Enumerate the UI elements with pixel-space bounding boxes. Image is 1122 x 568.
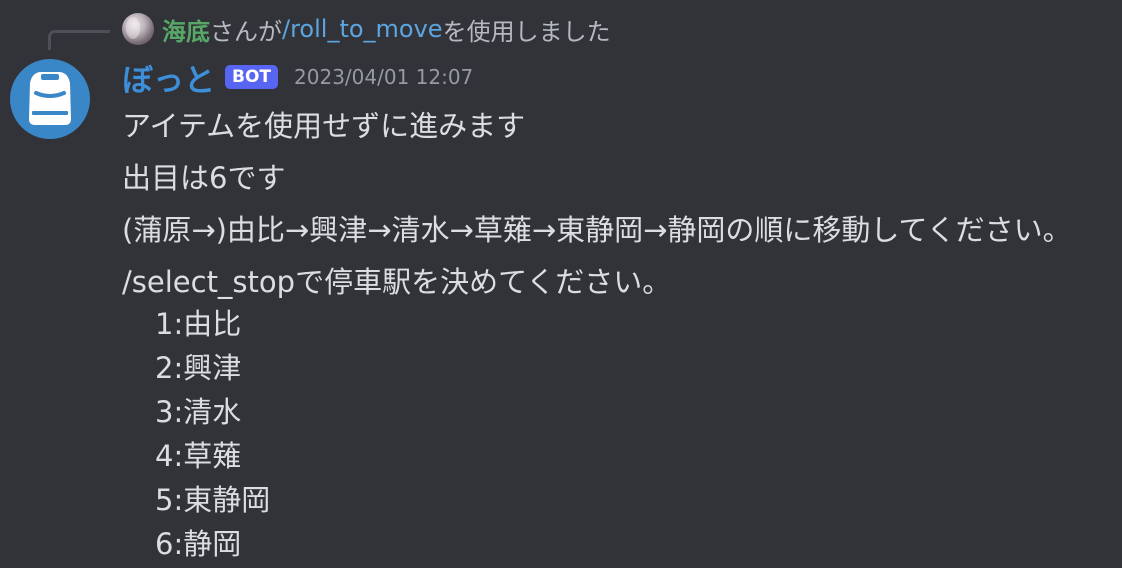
message-line: /select_stopで停車駅を決めてください。 <box>122 265 672 299</box>
reply-command[interactable]: /roll_to_move <box>282 15 443 43</box>
message-line: アイテムを使用せずに進みます <box>122 109 526 143</box>
stop-item: 1:由比 <box>155 307 242 341</box>
stop-item: 4:草薙 <box>155 439 242 473</box>
reply-spine <box>48 30 110 50</box>
reply-username[interactable]: 海底 <box>162 12 210 47</box>
bot-tag: BOT <box>225 64 279 90</box>
bot-avatar-icon[interactable] <box>10 59 90 139</box>
reply-avatar-icon[interactable] <box>122 13 154 45</box>
reply-text-end: を使用しました <box>442 17 611 46</box>
message-line: 出目は6です <box>122 161 286 195</box>
reply-reference[interactable]: 海底 さんが /roll_to_move を使用しました <box>122 12 611 46</box>
message-header: ぼっと BOT 2023/04/01 12:07 <box>122 55 473 100</box>
bot-username[interactable]: ぼっと <box>122 55 215 100</box>
stop-list: 1:由比 2:興津 3:清水 4:草薙 5:東静岡 6:静岡 <box>155 300 270 564</box>
stop-item: 3:清水 <box>155 395 242 429</box>
message-content: アイテムを使用せずに進みます 出目は6です (蒲原→)由比→興津→清水→草薙→東… <box>122 100 1112 308</box>
stop-item: 6:静岡 <box>155 527 242 561</box>
robot-avatar-icon <box>29 72 71 125</box>
message-timestamp[interactable]: 2023/04/01 12:07 <box>294 65 473 89</box>
stop-item: 5:東静岡 <box>155 483 271 517</box>
reply-text-middle: さんが <box>210 17 282 46</box>
message-line: (蒲原→)由比→興津→清水→草薙→東静岡→静岡の順に移動してください。 <box>122 213 1072 247</box>
stop-item: 2:興津 <box>155 351 242 385</box>
